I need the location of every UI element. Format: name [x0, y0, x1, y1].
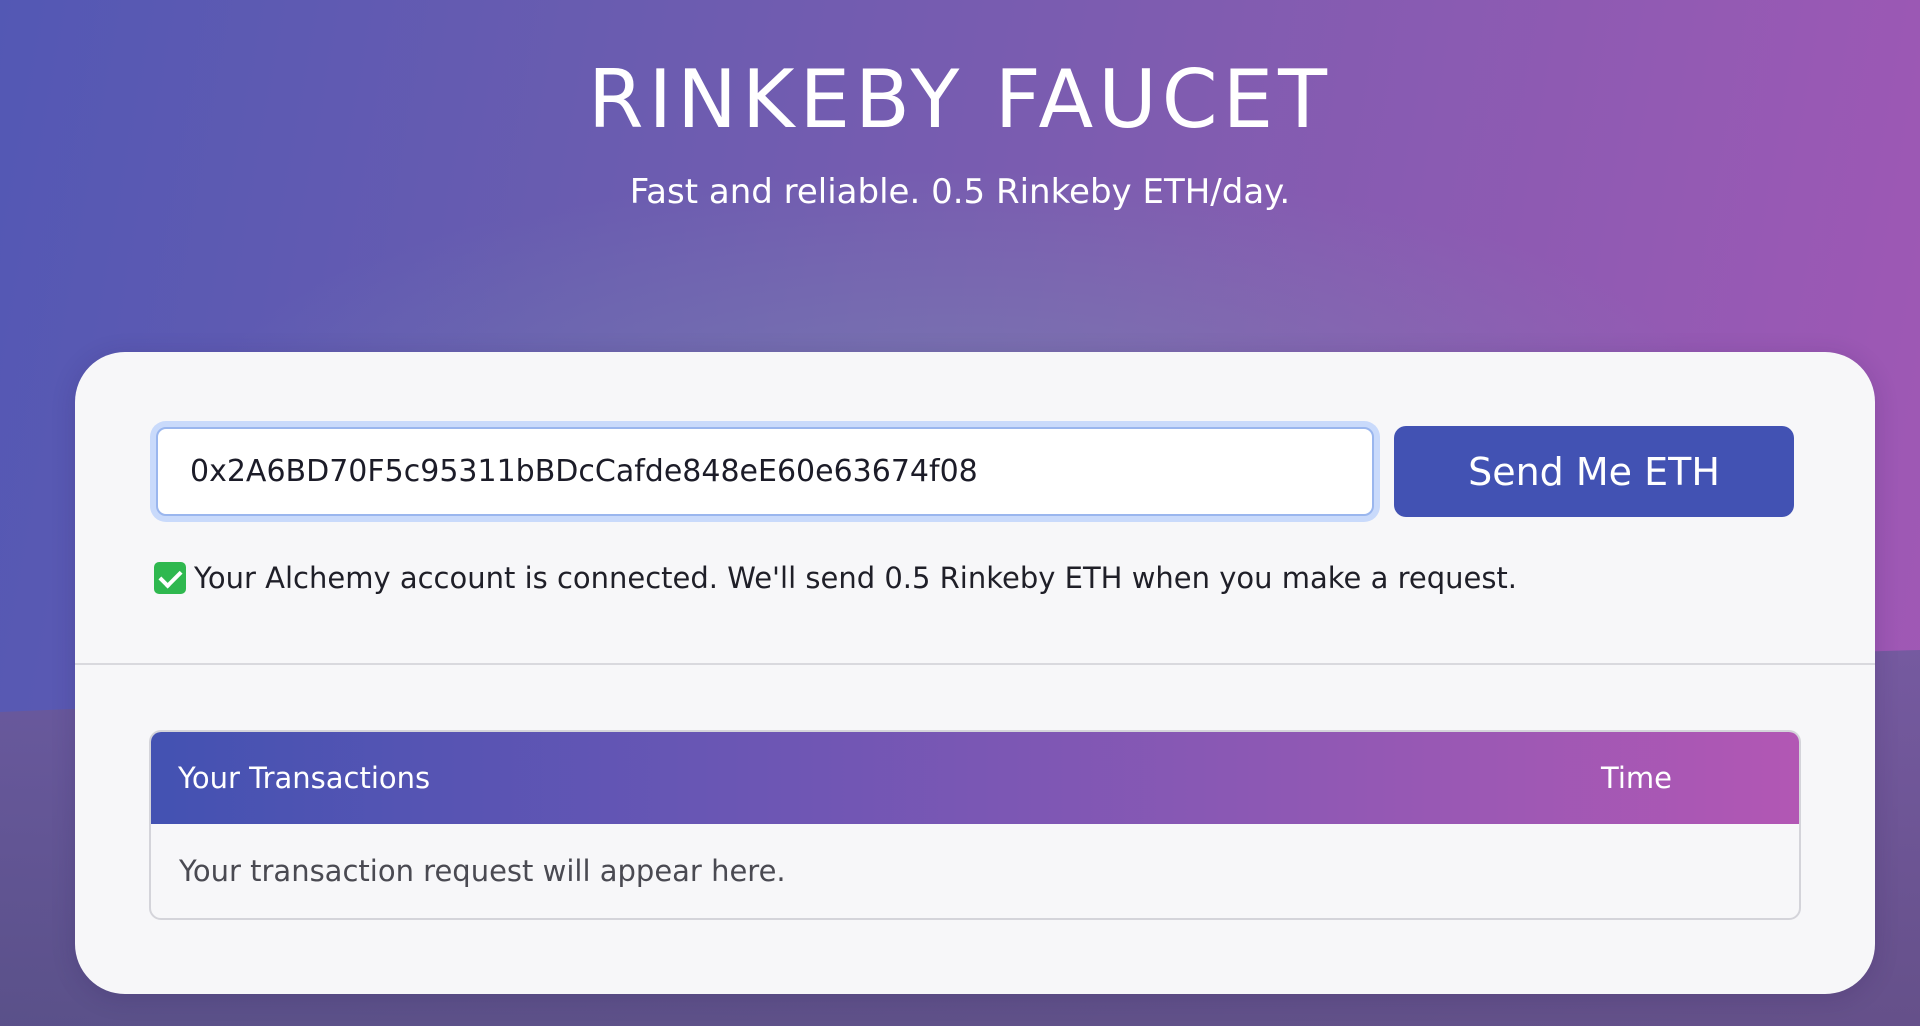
- page-title: RINKEBY FAUCET: [587, 53, 1333, 146]
- connection-status: Your Alchemy account is connected. We'll…: [154, 556, 1517, 600]
- page-header: RINKEBY FAUCET Fast and reliable. 0.5 Ri…: [0, 52, 1920, 214]
- wallet-address-input[interactable]: [156, 427, 1374, 516]
- check-mark-icon: [154, 562, 186, 594]
- faucet-card: Send Me ETH Your Alchemy account is conn…: [75, 352, 1875, 994]
- transactions-table-header: Your Transactions Time: [151, 732, 1799, 824]
- transactions-empty-message: Your transaction request will appear her…: [179, 854, 786, 888]
- column-header-transactions: Your Transactions: [178, 761, 431, 795]
- send-me-eth-button[interactable]: Send Me ETH: [1394, 426, 1794, 517]
- transactions-table: Your Transactions Time Your transaction …: [149, 730, 1801, 920]
- column-header-time: Time: [1601, 761, 1672, 795]
- connection-status-text: Your Alchemy account is connected. We'll…: [194, 561, 1518, 595]
- card-divider: [75, 663, 1875, 665]
- page-subtitle: Fast and reliable. 0.5 Rinkeby ETH/day.: [629, 172, 1291, 212]
